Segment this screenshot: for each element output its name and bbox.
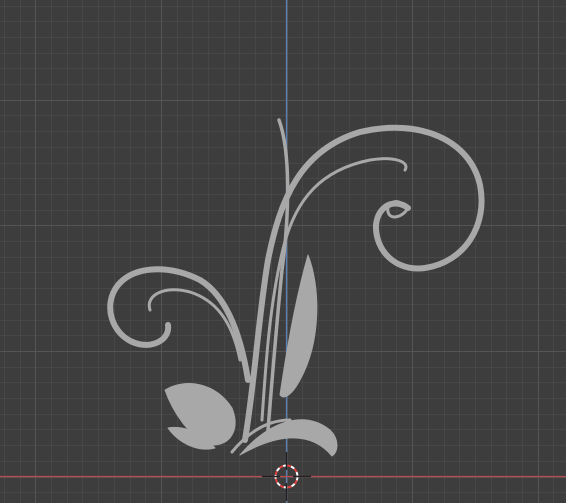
viewport-canvas[interactable] — [0, 0, 566, 503]
3d-viewport[interactable] — [0, 0, 566, 503]
